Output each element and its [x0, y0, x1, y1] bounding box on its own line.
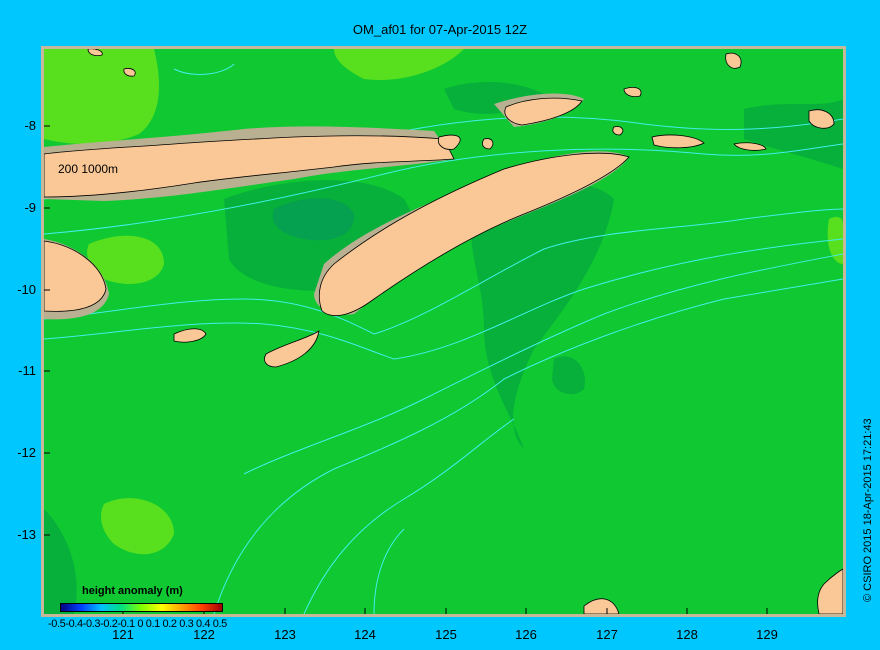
y-tick-label: -8 — [24, 118, 36, 133]
credit-text: © CSIRO 2015 18-Apr-2015 17:21:43 — [862, 418, 874, 602]
y-tick-label: -9 — [24, 200, 36, 215]
x-tick-label: 127 — [596, 627, 618, 642]
y-tick-label: -13 — [17, 527, 36, 542]
x-tick-label: 123 — [274, 627, 296, 642]
height-anomaly-map — [44, 49, 843, 614]
small-island — [482, 138, 494, 150]
legend-title: height anomaly (m) — [82, 585, 183, 597]
x-tick-label: 126 — [515, 627, 537, 642]
legend-tick-labels: -0.5-0.4-0.3-0.2-0.1 0 0.1 0.2 0.3 0.4 0… — [48, 618, 227, 630]
x-tick-label: 125 — [435, 627, 457, 642]
contour-legend-label: 200 1000m — [58, 162, 119, 176]
light-anomaly-region — [44, 49, 159, 144]
x-tick-label: 128 — [676, 627, 698, 642]
x-tick-label: 129 — [756, 627, 778, 642]
y-tick-label: -10 — [17, 282, 36, 297]
small-island — [612, 126, 624, 136]
y-tick-label: -11 — [18, 363, 36, 378]
y-tick-label: -12 — [17, 445, 36, 460]
map-title: OM_af01 for 07-Apr-2015 12Z — [352, 22, 528, 37]
legend-colorbar — [60, 603, 223, 612]
x-tick-label: 124 — [354, 627, 376, 642]
